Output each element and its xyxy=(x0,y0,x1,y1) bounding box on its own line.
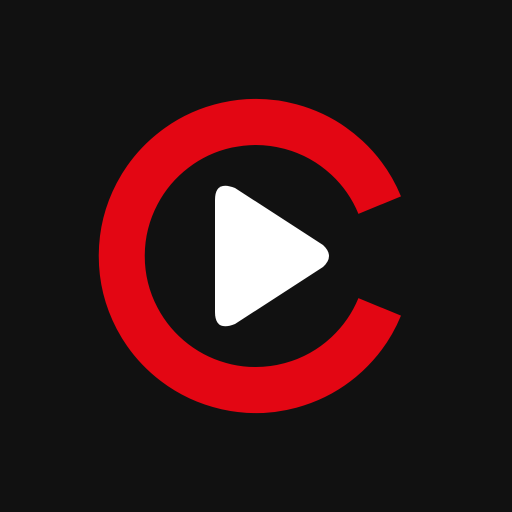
logo-canvas xyxy=(0,0,512,512)
